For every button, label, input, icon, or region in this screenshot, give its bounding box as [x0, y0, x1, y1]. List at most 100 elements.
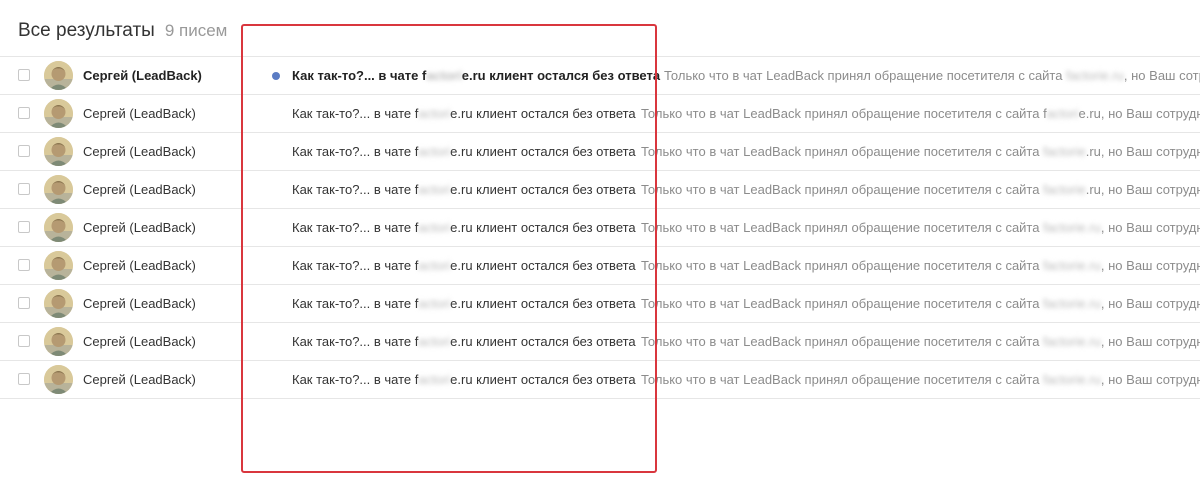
message-subject: Как так-то?... в чате factorie.ru клиент…	[292, 209, 636, 246]
message-snippet: Только что в чат LeadBack принял обращен…	[664, 57, 1200, 94]
message-snippet: Только что в чат LeadBack принял обращен…	[641, 95, 1200, 132]
snippet-site: factorie.ru	[1043, 334, 1101, 349]
snippet-site: factorie.ru	[1043, 296, 1101, 311]
snippet-site: factorie.ru	[1043, 372, 1101, 387]
select-checkbox[interactable]	[18, 145, 30, 157]
message-subject: Как так-то?... в чате factorie.ru клиент…	[292, 133, 636, 170]
subject-end: e.ru клиент остался без ответа	[450, 372, 636, 387]
select-checkbox[interactable]	[18, 373, 30, 385]
subject-end: e.ru клиент остался без ответа	[461, 68, 661, 83]
subject-start: Как так-то?... в чате f	[292, 296, 419, 311]
snippet-start: Только что в чат LeadBack принял обращен…	[641, 258, 1044, 273]
message-row[interactable]: Сергей (LeadBack) Как так-то?... в чате …	[0, 322, 1200, 360]
snippet-start: Только что в чат LeadBack принял обращен…	[641, 144, 1044, 159]
subject-end: e.ru клиент остался без ответа	[450, 220, 636, 235]
subject-blurred: actori	[418, 106, 451, 121]
sender-name: Сергей (LeadBack)	[83, 258, 196, 273]
message-subject: Как так-то?... в чате factorie.ru клиент…	[292, 247, 636, 284]
subject-blurred: actori	[418, 144, 451, 159]
message-subject: Как так-то?... в чате factorie.ru клиент…	[292, 57, 660, 94]
message-row[interactable]: Сергей (LeadBack) Как так-то?... в чате …	[0, 132, 1200, 170]
snippet-start: Только что в чат LeadBack принял обращен…	[641, 182, 1044, 197]
subject-blurred: actori	[418, 296, 451, 311]
select-checkbox[interactable]	[18, 297, 30, 309]
subject-end: e.ru клиент остался без ответа	[450, 334, 636, 349]
sender-name: Сергей (LeadBack)	[83, 220, 196, 235]
snippet-site: factorie	[1043, 182, 1086, 197]
snippet-end: e.ru, но Ваш сотрудник не ответил	[1078, 106, 1200, 121]
subject-blurred: actori	[418, 182, 451, 197]
subject-blurred: actori	[426, 68, 462, 83]
snippet-start: Только что в чат LeadBack принял обращен…	[641, 106, 1047, 121]
avatar	[44, 175, 73, 204]
sender-name: Сергей (LeadBack)	[83, 296, 196, 311]
message-snippet: Только что в чат LeadBack принял обращен…	[641, 361, 1200, 398]
message-row[interactable]: Сергей (LeadBack) Как так-то?... в чате …	[0, 246, 1200, 284]
snippet-site: factorie.ru	[1066, 68, 1124, 83]
subject-start: Как так-то?... в чате f	[292, 334, 419, 349]
avatar	[44, 137, 73, 166]
message-snippet: Только что в чат LeadBack принял обращен…	[641, 133, 1200, 170]
subject-start: Как так-то?... в чате f	[292, 182, 419, 197]
avatar	[44, 99, 73, 128]
avatar	[44, 251, 73, 280]
snippet-start: Только что в чат LeadBack принял обращен…	[641, 220, 1044, 235]
select-checkbox[interactable]	[18, 335, 30, 347]
message-snippet: Только что в чат LeadBack принял обращен…	[641, 209, 1200, 246]
subject-start: Как так-то?... в чате f	[292, 258, 419, 273]
search-results-page: Все результаты 9 писем Сергей (LeadBack)…	[0, 0, 1200, 490]
avatar	[44, 289, 73, 318]
avatar	[44, 365, 73, 394]
snippet-end: , но Ваш сотрудник не ответил	[1100, 220, 1200, 235]
subject-end: e.ru клиент остался без ответа	[450, 296, 636, 311]
sender-name: Сергей (LeadBack)	[83, 68, 202, 83]
unread-dot[interactable]	[272, 72, 280, 80]
snippet-end: , но Ваш сотрудник не ответил	[1100, 258, 1200, 273]
subject-start: Как так-то?... в чате f	[292, 68, 427, 83]
subject-end: e.ru клиент остался без ответа	[450, 106, 636, 121]
message-snippet: Только что в чат LeadBack принял обращен…	[641, 247, 1200, 284]
snippet-start: Только что в чат LeadBack принял обращен…	[664, 68, 1067, 83]
snippet-site: factorie.ru	[1043, 220, 1101, 235]
select-checkbox[interactable]	[18, 221, 30, 233]
snippet-start: Только что в чат LeadBack принял обращен…	[641, 296, 1044, 311]
message-row[interactable]: Сергей (LeadBack) Как так-то?... в чате …	[0, 284, 1200, 322]
subject-blurred: actori	[418, 372, 451, 387]
snippet-start: Только что в чат LeadBack принял обращен…	[641, 334, 1044, 349]
message-row[interactable]: Сергей (LeadBack) Как так-то?... в чате …	[0, 208, 1200, 246]
subject-start: Как так-то?... в чате f	[292, 220, 419, 235]
message-snippet: Только что в чат LeadBack принял обращен…	[641, 323, 1200, 360]
sender-name: Сергей (LeadBack)	[83, 182, 196, 197]
select-checkbox[interactable]	[18, 107, 30, 119]
subject-blurred: actori	[418, 334, 451, 349]
subject-start: Как так-то?... в чате f	[292, 106, 419, 121]
message-subject: Как так-то?... в чате factorie.ru клиент…	[292, 95, 636, 132]
sender-name: Сергей (LeadBack)	[83, 334, 196, 349]
message-row[interactable]: Сергей (LeadBack) Как так-то?... в чате …	[0, 170, 1200, 208]
message-row[interactable]: Сергей (LeadBack) Как так-то?... в чате …	[0, 94, 1200, 132]
select-checkbox[interactable]	[18, 69, 30, 81]
avatar	[44, 61, 73, 90]
snippet-end: , но Ваш сотрудник не ответил	[1100, 334, 1200, 349]
snippet-start: Только что в чат LeadBack принял обращен…	[641, 372, 1044, 387]
avatar	[44, 213, 73, 242]
message-subject: Как так-то?... в чате factorie.ru клиент…	[292, 285, 636, 322]
subject-blurred: actori	[418, 220, 451, 235]
select-checkbox[interactable]	[18, 183, 30, 195]
subject-end: e.ru клиент остался без ответа	[450, 258, 636, 273]
results-title: Все результаты	[18, 20, 155, 41]
message-row[interactable]: Сергей (LeadBack) Как так-то?... в чате …	[0, 56, 1200, 94]
message-row[interactable]: Сергей (LeadBack) Как так-то?... в чате …	[0, 360, 1200, 399]
snippet-end: , но Ваш сотрудник не ответил	[1100, 296, 1200, 311]
subject-start: Как так-то?... в чате f	[292, 144, 419, 159]
select-checkbox[interactable]	[18, 259, 30, 271]
subject-end: e.ru клиент остался без ответа	[450, 144, 636, 159]
subject-end: e.ru клиент остался без ответа	[450, 182, 636, 197]
avatar	[44, 327, 73, 356]
snippet-end: , но Ваш сотрудник не ответил	[1100, 372, 1200, 387]
subject-start: Как так-то?... в чате f	[292, 372, 419, 387]
message-subject: Как так-то?... в чате factorie.ru клиент…	[292, 361, 636, 398]
snippet-end: .ru, но Ваш сотрудник не ответил	[1085, 182, 1200, 197]
results-count: 9 писем	[164, 21, 228, 40]
snippet-site: actori	[1046, 106, 1079, 121]
